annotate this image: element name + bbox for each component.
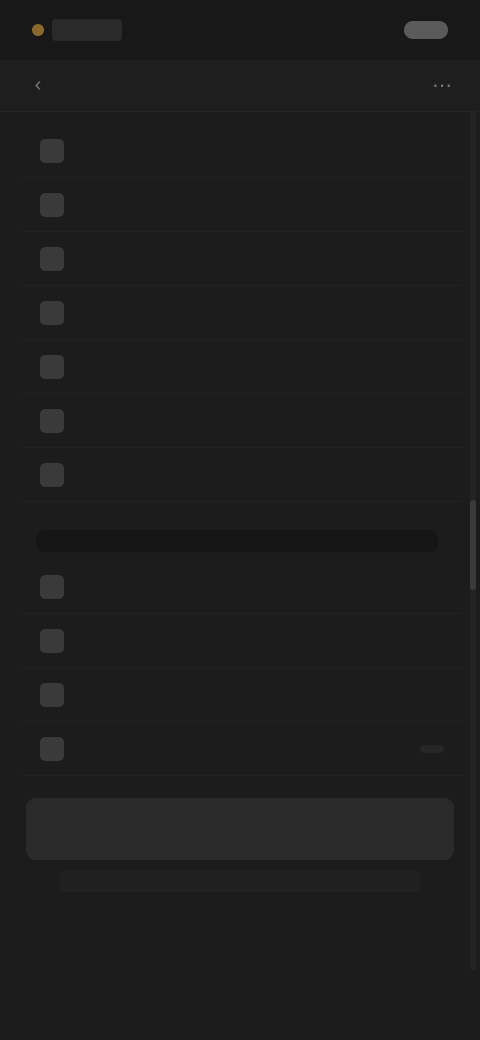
list-item[interactable] [22,232,462,286]
status-bar [0,0,480,60]
item-icon [40,628,64,653]
item-icon [40,354,64,379]
item-icon [40,300,64,325]
list-item[interactable] [22,560,462,614]
status-left [32,19,122,41]
list-item[interactable] [22,722,462,776]
list-item[interactable] [22,124,462,178]
list-item[interactable] [22,448,462,502]
status-right [396,21,448,39]
list-item[interactable] [22,340,462,394]
list-item[interactable] [22,394,462,448]
scrollbar-thumb[interactable] [470,500,476,590]
item-icon [40,736,64,761]
list-item[interactable] [22,286,462,340]
item-icon [40,408,64,433]
section-divider [36,530,438,552]
item-icon [40,574,64,599]
list-item-value[interactable] [420,744,444,753]
more-icon[interactable]: ⋯ [428,72,456,100]
toolbar: ‹ ⋯ [0,60,480,112]
list-item[interactable] [22,668,462,722]
settings-list-primary [22,124,462,502]
chevron-left-icon[interactable]: ‹ [24,72,52,100]
item-icon [40,682,64,707]
primary-action-button[interactable] [26,798,454,860]
settings-list-secondary [22,560,462,776]
item-icon [40,462,64,487]
logo-icon [32,24,44,36]
item-icon [40,192,64,217]
footer-area [60,870,420,892]
brand-name [52,19,122,41]
list-item[interactable] [22,178,462,232]
item-icon [40,246,64,271]
battery-icon [404,21,448,39]
list-item[interactable] [22,614,462,668]
app-screen: ‹ ⋯ [0,0,480,1040]
item-icon [40,138,64,163]
